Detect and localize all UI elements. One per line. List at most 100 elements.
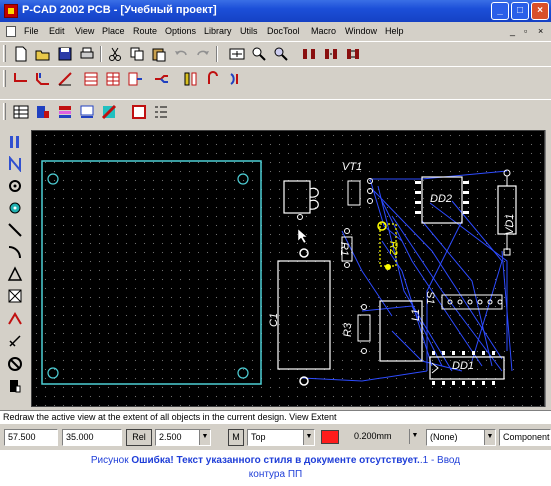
line-width-select[interactable]: 0.200mm ▼ — [342, 429, 422, 446]
vertical-scrollbar[interactable] — [545, 130, 551, 407]
place-attribute-icon[interactable] — [7, 332, 23, 348]
properties-icon[interactable] — [34, 103, 52, 121]
place-arc-icon[interactable] — [7, 244, 23, 260]
component-s1[interactable] — [441, 294, 503, 310]
component-vt1[interactable] — [283, 178, 373, 220]
chevron-down-icon[interactable]: ▼ — [199, 430, 210, 445]
save-icon[interactable] — [56, 45, 74, 63]
grid-size-select[interactable]: 2.500 ▼ — [155, 429, 211, 446]
menu-library[interactable]: Library — [204, 26, 232, 36]
copy-icon[interactable] — [128, 45, 146, 63]
print-icon[interactable] — [78, 45, 96, 63]
toolbar-grip[interactable] — [3, 103, 6, 120]
drc-icon[interactable] — [344, 45, 362, 63]
zoom-icon[interactable] — [250, 45, 268, 63]
undo-icon[interactable] — [172, 45, 190, 63]
route-bus-icon[interactable] — [34, 70, 52, 88]
connect-icon[interactable] — [7, 156, 23, 172]
query-icon[interactable] — [272, 45, 290, 63]
mounting-hole[interactable] — [237, 367, 249, 379]
net-select[interactable]: (None) ▼ — [426, 429, 496, 446]
layers-icon[interactable] — [12, 103, 30, 121]
select-icon[interactable] — [7, 134, 23, 150]
label-dd1: DD1 — [452, 360, 475, 372]
place-pad-icon[interactable] — [7, 178, 23, 194]
place-copper-icon[interactable] — [7, 288, 23, 304]
caption-prefix: Рисунок — [90, 455, 132, 466]
route-manual-icon[interactable] — [12, 70, 30, 88]
menu-macro[interactable]: Macro — [311, 26, 336, 36]
menu-file[interactable]: File — [24, 26, 39, 36]
mounting-hole[interactable] — [237, 173, 249, 185]
menu-help[interactable]: Help — [385, 26, 404, 36]
chevron-down-icon[interactable]: ▼ — [409, 429, 420, 444]
mdi-minimize-button[interactable]: _ — [510, 26, 515, 36]
report-icon[interactable] — [152, 103, 170, 121]
stack-icon[interactable] — [56, 103, 74, 121]
open-icon[interactable] — [34, 45, 52, 63]
mounting-hole[interactable] — [47, 367, 59, 379]
place-text-icon[interactable] — [7, 310, 23, 326]
route-grid-icon[interactable] — [82, 70, 100, 88]
layer-select[interactable]: Top ▼ — [247, 429, 315, 446]
app-icon[interactable] — [4, 4, 18, 18]
mounting-hole[interactable] — [47, 173, 59, 185]
menu-window[interactable]: Window — [345, 26, 377, 36]
relative-toggle-button[interactable]: Rel — [126, 429, 152, 446]
menu-doctool[interactable]: DocTool — [267, 26, 300, 36]
route-arc-icon[interactable] — [226, 70, 244, 88]
pcb-canvas[interactable]: VT1 DD2 VD1 R1 R2 S1 C1 R3 L1 DD1 — [31, 130, 545, 407]
component-c1[interactable] — [277, 248, 331, 386]
toolbar-grip[interactable] — [3, 70, 6, 87]
place-field-icon[interactable] — [7, 378, 23, 394]
place-line-icon[interactable] — [7, 222, 23, 238]
placement-toolbar — [0, 130, 30, 406]
pads-icon[interactable] — [300, 45, 318, 63]
toolbar-separator — [216, 46, 218, 62]
close-button[interactable]: × — [531, 2, 549, 20]
display-icon[interactable] — [78, 103, 96, 121]
toolbar-grip[interactable] — [3, 45, 6, 62]
redo-icon[interactable] — [194, 45, 212, 63]
x-coordinate-field[interactable]: 57.500 — [4, 429, 58, 446]
minimize-button[interactable]: _ — [491, 2, 509, 20]
component-r3[interactable] — [357, 304, 371, 354]
cut-icon[interactable] — [106, 45, 124, 63]
board-outline[interactable] — [41, 160, 262, 385]
route-fanout-icon[interactable] — [182, 70, 200, 88]
route-push-icon[interactable] — [104, 70, 122, 88]
maximize-button[interactable]: □ — [511, 2, 529, 20]
title-bar[interactable]: P-CAD 2002 PCB - [Учебный проект] _ □ × — [0, 0, 551, 22]
paste-icon[interactable] — [150, 45, 168, 63]
menu-edit[interactable]: Edit — [49, 26, 65, 36]
label-c1: C1 — [268, 312, 280, 327]
colors-icon[interactable] — [100, 103, 118, 121]
menu-options[interactable]: Options — [165, 26, 196, 36]
mdi-restore-button[interactable]: ▫ — [524, 26, 527, 36]
layer-color-swatch[interactable] — [321, 430, 339, 444]
chevron-down-icon[interactable]: ▼ — [303, 430, 314, 445]
chevron-down-icon[interactable]: ▼ — [484, 430, 495, 445]
component-vd1[interactable] — [497, 169, 517, 256]
view-extent-icon[interactable] — [228, 45, 246, 63]
menu-view[interactable]: View — [75, 26, 94, 36]
y-coordinate-field[interactable]: 35.000 — [62, 429, 122, 446]
route-multi-icon[interactable] — [126, 70, 144, 88]
menu-route[interactable]: Route — [133, 26, 157, 36]
route-interactive-icon[interactable] — [152, 70, 170, 88]
mdi-close-button[interactable]: × — [538, 26, 543, 36]
place-via-icon[interactable] — [7, 200, 23, 216]
route-tune-icon[interactable] — [204, 70, 222, 88]
window-title: P-CAD 2002 PCB - [Учебный проект] — [22, 4, 217, 16]
new-icon[interactable] — [12, 45, 30, 63]
units-toggle-button[interactable]: M — [228, 429, 244, 446]
vias-icon[interactable] — [322, 45, 340, 63]
menu-place[interactable]: Place — [102, 26, 125, 36]
menu-utils[interactable]: Utils — [240, 26, 258, 36]
selection-mode-field[interactable]: Component I — [499, 429, 551, 446]
place-polygon-icon[interactable] — [7, 266, 23, 282]
document-icon[interactable] — [6, 26, 16, 37]
place-keepout-icon[interactable] — [7, 356, 23, 372]
route-miter-icon[interactable] — [56, 70, 74, 88]
netlist-icon[interactable] — [130, 103, 148, 121]
